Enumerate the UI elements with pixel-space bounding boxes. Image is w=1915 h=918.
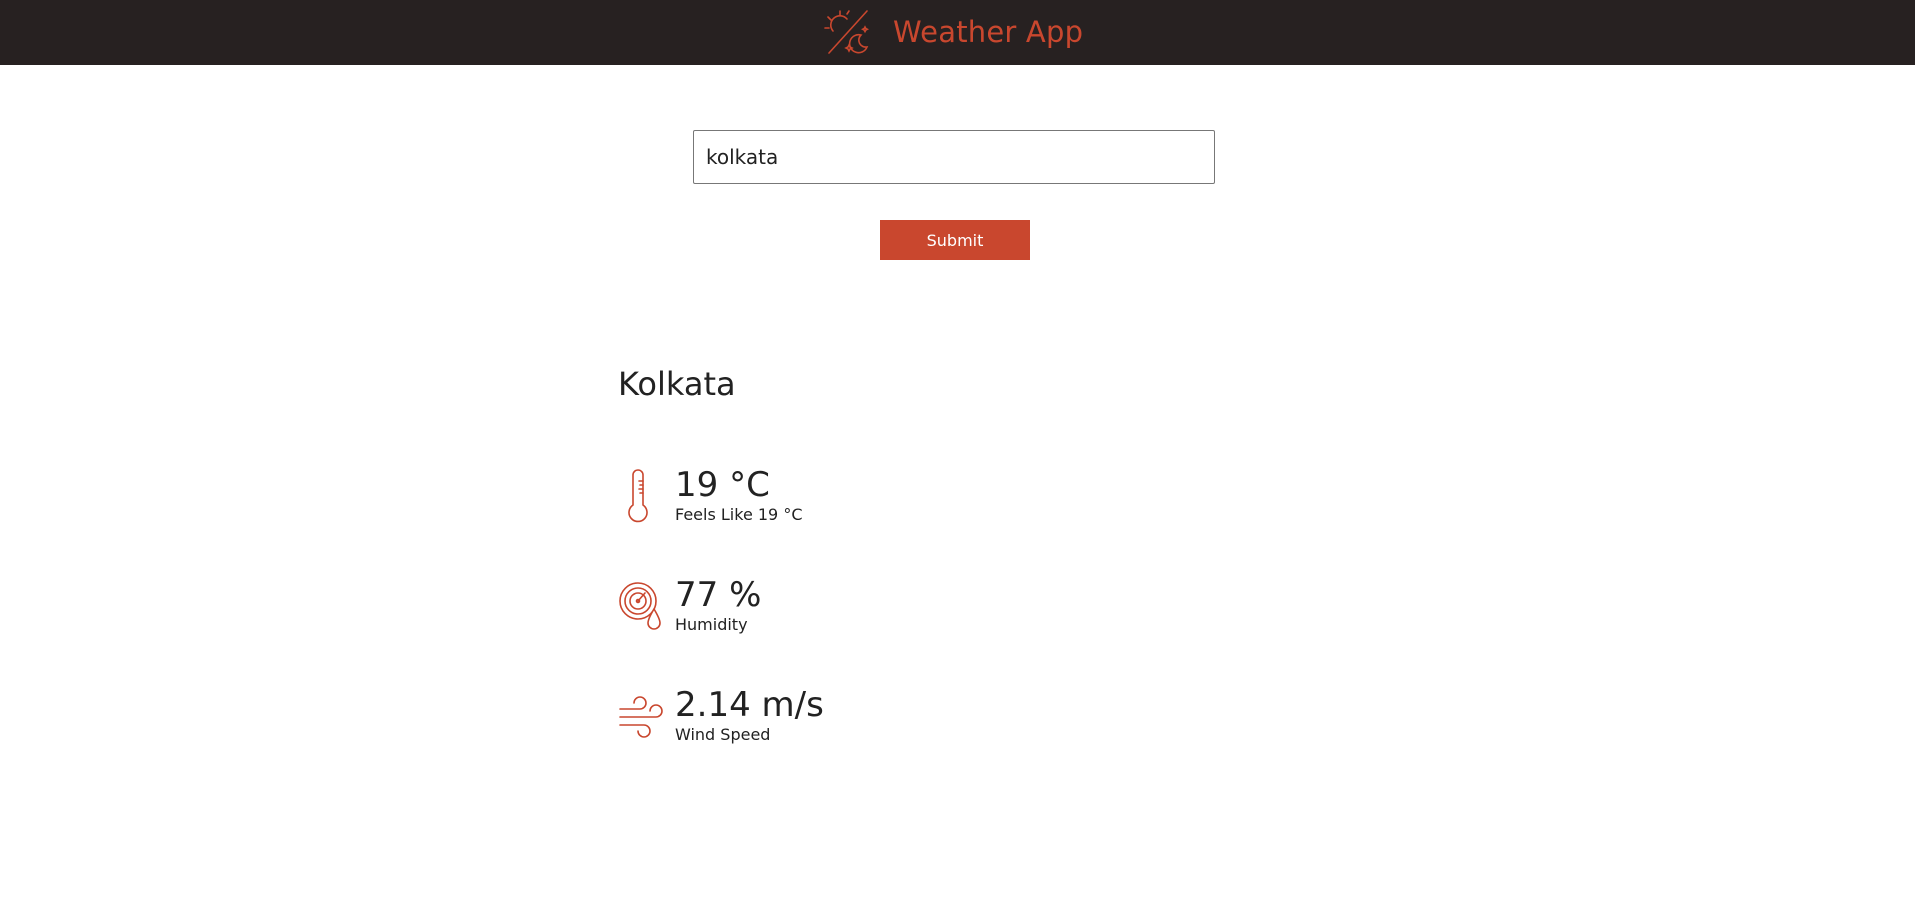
humidity-gauge-icon — [619, 582, 661, 630]
brand: Weather App — [823, 6, 1083, 58]
wind-metric: 2.14 m/s Wind Speed — [618, 685, 1018, 755]
submit-button[interactable]: Submit — [880, 220, 1030, 260]
feels-like-label: Feels Like 19 °C — [675, 505, 803, 524]
sun-moon-icon — [824, 10, 869, 54]
wind-icon — [619, 696, 663, 738]
wind-speed-label: Wind Speed — [675, 725, 771, 744]
wind-speed-value: 2.14 m/s — [675, 685, 824, 725]
app-title: Weather App — [893, 15, 1084, 49]
humidity-value: 77 % — [675, 575, 762, 615]
thermometer-icon — [628, 469, 648, 523]
humidity-metric: 77 % Humidity — [618, 575, 1018, 645]
humidity-label: Humidity — [675, 615, 748, 634]
city-search-input[interactable] — [693, 130, 1215, 184]
app-header: Weather App — [0, 0, 1915, 65]
temperature-value: 19 °C — [675, 465, 770, 505]
temperature-metric: 19 °C Feels Like 19 °C — [618, 465, 1018, 535]
city-name: Kolkata — [618, 365, 736, 403]
